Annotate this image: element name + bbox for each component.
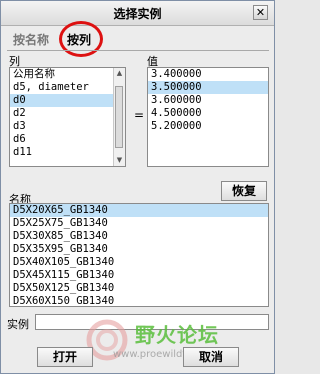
list-item[interactable]: D5X60X150_GB1340 — [10, 295, 268, 306]
list-item[interactable]: D5X35X95_GB1340 — [10, 243, 268, 256]
column-listbox[interactable]: 公用名称 d5, diameter d0 d2 d3 d6 d11 ▲ ▼ — [9, 67, 126, 167]
list-item[interactable]: d2 — [10, 107, 125, 120]
title-bar: 选择实例 ✕ — [1, 1, 274, 26]
tab-by-name[interactable]: 按名称 — [13, 31, 49, 51]
list-item[interactable]: 3.400000 — [148, 68, 268, 81]
equals-sign: = — [134, 108, 145, 122]
list-item[interactable]: d5, diameter — [10, 81, 125, 94]
tab-divider — [7, 50, 269, 51]
open-button[interactable]: 打开 — [37, 347, 93, 367]
scroll-down-icon[interactable]: ▼ — [114, 155, 125, 166]
name-listbox[interactable]: D5X20X65_GB1340 D5X25X75_GB1340 D5X30X85… — [9, 203, 269, 307]
list-item[interactable]: D5X40X105_GB1340 — [10, 256, 268, 269]
list-item-selected[interactable]: 3.500000 — [148, 81, 268, 94]
reset-button[interactable]: 恢复 — [221, 181, 267, 201]
list-item[interactable]: d6 — [10, 133, 125, 146]
instance-label: 实例 — [7, 318, 29, 331]
close-button[interactable]: ✕ — [253, 5, 268, 20]
watermark-text: 野火论坛 — [135, 323, 219, 347]
list-item[interactable]: 4.500000 — [148, 107, 268, 120]
list-item[interactable]: D5X25X75_GB1340 — [10, 217, 268, 230]
list-item[interactable]: D5X50X125_GB1340 — [10, 282, 268, 295]
value-listbox[interactable]: 3.400000 3.500000 3.600000 4.500000 5.20… — [147, 67, 269, 167]
select-instance-dialog: 选择实例 ✕ 按名称 按列 列 公用名称 d5, diameter d0 d2 … — [0, 0, 275, 374]
scroll-up-icon[interactable]: ▲ — [114, 68, 125, 79]
cancel-button[interactable]: 取消 — [183, 347, 239, 367]
scroll-thumb[interactable] — [115, 86, 123, 148]
dialog-title: 选择实例 — [113, 7, 162, 21]
list-item[interactable]: 公用名称 — [10, 68, 125, 81]
list-item-selected[interactable]: D5X20X65_GB1340 — [10, 204, 268, 217]
list-item[interactable]: D5X30X85_GB1340 — [10, 230, 268, 243]
list-item[interactable]: 5.200000 — [148, 120, 268, 133]
column-scrollbar[interactable]: ▲ ▼ — [113, 68, 125, 166]
list-item-selected[interactable]: d0 — [10, 94, 125, 107]
list-item[interactable]: D5X45X115_GB1340 — [10, 269, 268, 282]
list-item[interactable]: 3.600000 — [148, 94, 268, 107]
highlight-circle — [59, 21, 103, 57]
list-item[interactable]: d3 — [10, 120, 125, 133]
list-item[interactable]: d11 — [10, 146, 125, 159]
